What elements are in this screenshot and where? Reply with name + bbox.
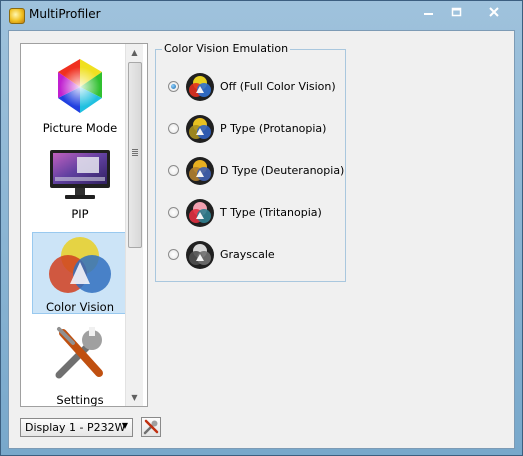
scrollbar-thumb[interactable] bbox=[128, 62, 142, 248]
scroll-down-icon[interactable]: ▼ bbox=[126, 389, 143, 406]
sidebar-item-color-vision[interactable]: Color Vision bbox=[32, 232, 128, 314]
tritanopia-icon bbox=[186, 199, 214, 227]
sidebar-item-label: PIP bbox=[71, 207, 89, 221]
option-label: T Type (Tritanopia) bbox=[220, 206, 322, 219]
maximize-icon bbox=[451, 7, 462, 17]
color-vision-icon bbox=[49, 237, 111, 293]
option-label: Grayscale bbox=[220, 248, 275, 261]
option-off[interactable]: Off (Full Color Vision) bbox=[168, 72, 343, 102]
color-wheel-icon bbox=[58, 59, 102, 113]
close-icon bbox=[489, 7, 499, 17]
option-t-type[interactable]: T Type (Tritanopia) bbox=[168, 198, 343, 228]
scroll-up-icon[interactable]: ▲ bbox=[126, 44, 143, 61]
sidebar: Picture Mode PIP Color Vision Settings ▲… bbox=[20, 43, 148, 407]
option-label: Off (Full Color Vision) bbox=[220, 80, 336, 93]
display-select-value: Display 1 - P232W bbox=[25, 421, 126, 434]
minimize-icon bbox=[424, 13, 433, 15]
option-label: P Type (Protanopia) bbox=[220, 122, 327, 135]
color-vision-group: Color Vision Emulation Off (Full Color V… bbox=[155, 42, 346, 282]
radio-button[interactable] bbox=[168, 81, 179, 92]
radio-button[interactable] bbox=[168, 165, 179, 176]
app-window: MultiProfiler Picture Mode PIP Color Vis… bbox=[0, 0, 523, 456]
group-title: Color Vision Emulation bbox=[162, 42, 291, 55]
monitor-icon bbox=[50, 150, 110, 199]
option-d-type[interactable]: D Type (Deuteranopia) bbox=[168, 156, 345, 186]
radio-button[interactable] bbox=[168, 207, 179, 218]
sidebar-item-label: Picture Mode bbox=[42, 121, 118, 135]
minimize-button[interactable] bbox=[415, 4, 443, 20]
option-grayscale[interactable]: Grayscale bbox=[168, 240, 343, 270]
window-title: MultiProfiler bbox=[29, 7, 101, 21]
sidebar-item-label: Color Vision bbox=[45, 300, 114, 314]
sidebar-item-label: Settings bbox=[56, 393, 104, 407]
title-bar[interactable]: MultiProfiler bbox=[1, 1, 522, 29]
tools-icon bbox=[55, 327, 103, 379]
deuteranopia-icon bbox=[186, 157, 214, 185]
grip-icon bbox=[132, 149, 138, 157]
full-color-vision-icon bbox=[186, 73, 214, 101]
tools-icon bbox=[143, 419, 159, 435]
close-button[interactable] bbox=[472, 4, 516, 20]
tools-button[interactable] bbox=[141, 417, 161, 437]
radio-button[interactable] bbox=[168, 249, 179, 260]
chevron-down-icon: ▼ bbox=[121, 421, 128, 430]
sidebar-scrollbar[interactable]: ▲ ▼ bbox=[125, 44, 143, 406]
option-label: D Type (Deuteranopia) bbox=[220, 164, 345, 177]
option-p-type[interactable]: P Type (Protanopia) bbox=[168, 114, 343, 144]
app-logo-icon bbox=[9, 8, 25, 24]
client-area: Picture Mode PIP Color Vision Settings ▲… bbox=[8, 30, 515, 449]
protanopia-icon bbox=[186, 115, 214, 143]
sidebar-item-pip[interactable]: PIP bbox=[32, 144, 128, 226]
sidebar-item-settings[interactable]: Settings bbox=[32, 322, 128, 406]
maximize-button[interactable] bbox=[444, 4, 470, 20]
grayscale-icon bbox=[186, 241, 214, 269]
display-select[interactable]: Display 1 - P232W ▼ bbox=[20, 418, 133, 437]
sidebar-item-picture-mode[interactable]: Picture Mode bbox=[32, 52, 128, 138]
radio-button[interactable] bbox=[168, 123, 179, 134]
